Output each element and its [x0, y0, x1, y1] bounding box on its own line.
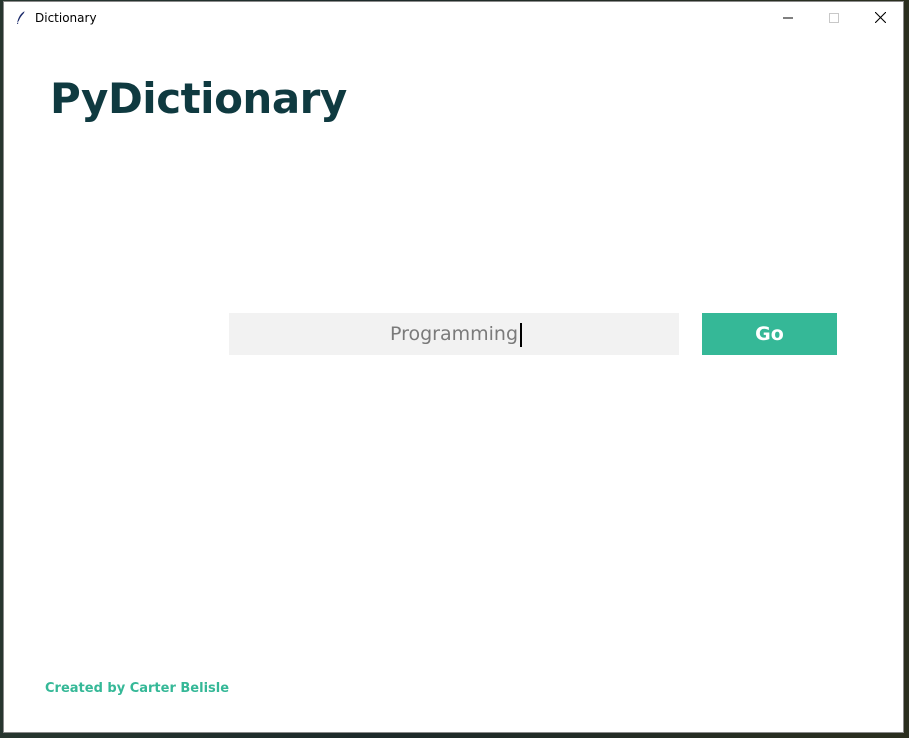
footer-credit: Created by Carter Belisle	[45, 681, 230, 696]
maximize-button[interactable]	[811, 2, 857, 33]
window-controls	[765, 2, 903, 33]
maximize-icon	[829, 8, 839, 27]
app-window: Dictionary PyDictionary Go Created by Ca…	[3, 1, 904, 733]
title-bar[interactable]: Dictionary	[4, 2, 903, 33]
search-input[interactable]	[229, 313, 679, 355]
feather-icon	[13, 10, 29, 26]
window-title: Dictionary	[35, 10, 97, 25]
go-button[interactable]: Go	[702, 313, 837, 355]
minimize-button[interactable]	[765, 2, 811, 33]
minimize-icon	[783, 8, 793, 27]
close-button[interactable]	[857, 2, 903, 33]
page-title: PyDictionary	[50, 74, 347, 123]
text-caret	[520, 323, 522, 347]
close-icon	[874, 8, 886, 27]
